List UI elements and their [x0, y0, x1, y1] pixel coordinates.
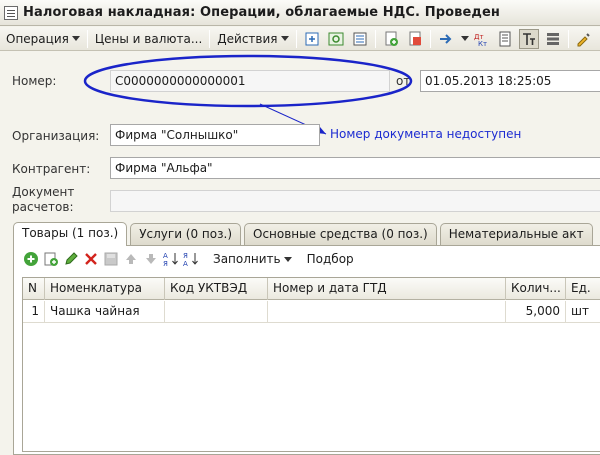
end-edit-icon	[102, 250, 120, 268]
row-unit[interactable]: шт	[566, 301, 600, 323]
table-row[interactable]: 1 Чашка чайная 5,000 шт	[23, 301, 600, 323]
delete-row-icon[interactable]	[82, 250, 100, 268]
sort-ascending-icon[interactable]: АЯ	[162, 250, 180, 268]
row-item[interactable]: Чашка чайная	[45, 301, 165, 323]
number-highlight-ellipse	[83, 54, 413, 108]
column-header-qty[interactable]: Колич...	[506, 278, 566, 300]
move-up-icon	[122, 250, 140, 268]
row-number: 1	[23, 301, 45, 323]
settlement-doc-label-line1: Документ	[12, 185, 75, 199]
tab-fixed-assets[interactable]: Основные средства (0 поз.)	[244, 223, 437, 245]
tabs-bar: Товары (1 поз.) Услуги (0 поз.) Основные…	[13, 222, 596, 246]
column-header-unit[interactable]: Ед.	[566, 278, 600, 300]
tab-goods[interactable]: Товары (1 поз.)	[13, 222, 128, 246]
move-down-icon	[142, 250, 160, 268]
svg-text:Я: Я	[183, 252, 188, 260]
settlement-doc-field	[110, 190, 600, 212]
row-gtd[interactable]	[268, 301, 506, 323]
svg-text:А: А	[163, 252, 168, 260]
add-row-icon[interactable]	[22, 250, 40, 268]
toolbar-separator	[298, 250, 300, 268]
fill-menu-label: Заполнить	[213, 252, 281, 266]
table-header: N Номенклатура Код УКТВЭД Номер и дата Г…	[23, 278, 600, 300]
svg-text:А: А	[183, 260, 188, 267]
settlement-doc-label-line2: расчетов:	[12, 200, 74, 214]
toolbar-separator	[205, 250, 206, 268]
tab-intangible-assets[interactable]: Нематериальные акт	[439, 223, 593, 245]
chevron-down-icon	[283, 256, 292, 262]
column-header-item[interactable]: Номенклатура	[45, 278, 165, 300]
svg-text:Я: Я	[163, 260, 168, 267]
tab-services[interactable]: Услуги (0 поз.)	[130, 223, 241, 245]
sort-descending-icon[interactable]: ЯА	[182, 250, 200, 268]
column-header-code[interactable]: Код УКТВЭД	[165, 278, 268, 300]
organization-field[interactable]: Фирма "Солнышко"	[110, 124, 320, 146]
goods-table[interactable]: N Номенклатура Код УКТВЭД Номер и дата Г…	[22, 277, 600, 452]
row-qty[interactable]: 5,000	[506, 301, 566, 323]
annotation-text: Номер документа недоступен	[330, 127, 522, 141]
column-header-n[interactable]: N	[23, 278, 45, 300]
table-toolbar: АЯ ЯА Заполнить Подбор	[22, 248, 358, 270]
contractor-label: Контрагент:	[12, 162, 91, 176]
edit-row-icon[interactable]	[62, 250, 80, 268]
select-button[interactable]: Подбор	[303, 252, 358, 266]
row-code[interactable]	[165, 301, 268, 323]
contractor-field[interactable]: Фирма "Альфа"	[110, 157, 600, 179]
fill-menu-button[interactable]: Заполнить	[209, 252, 296, 266]
organization-label: Организация:	[12, 129, 100, 143]
copy-row-icon[interactable]	[42, 250, 60, 268]
column-header-gtd[interactable]: Номер и дата ГТД	[268, 278, 506, 300]
